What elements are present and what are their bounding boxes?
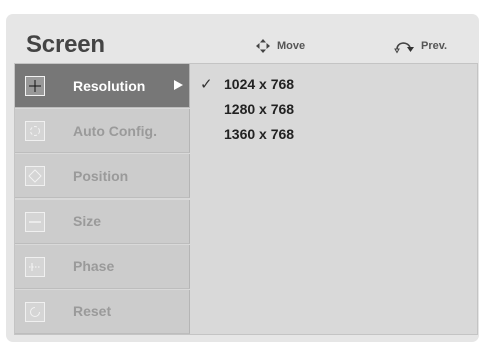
size-icon: [25, 211, 45, 232]
prev-hint-label: Prev.: [421, 40, 448, 52]
menu-item-resolution[interactable]: Resolution: [15, 64, 190, 108]
position-icon: [25, 166, 45, 187]
menu-item-position[interactable]: Position: [15, 154, 190, 199]
menu-item-label: Auto Config.: [73, 122, 157, 139]
screen-settings-panel: Resolution Auto Config. Position Size Ph…: [14, 63, 478, 335]
phase-icon: [25, 256, 45, 277]
menu-item-label: Size: [73, 213, 102, 230]
menu-item-phase[interactable]: Phase: [15, 244, 190, 289]
reset-icon: [25, 301, 45, 322]
resolution-option-label: 1360 x 768: [224, 126, 295, 142]
resolution-option-1360x768[interactable]: 1360 x 768: [196, 122, 294, 147]
menu-item-label: Reset: [73, 303, 112, 320]
resolution-submenu: ✓ 1024 x 768 1280 x 768 1360 x 768: [196, 72, 294, 147]
prev-hint: Prev.: [393, 38, 447, 54]
resolution-option-1024x768[interactable]: ✓ 1024 x 768: [196, 72, 294, 97]
page-title: Screen: [26, 31, 105, 58]
menu-item-auto-config[interactable]: Auto Config.: [15, 109, 190, 154]
resolution-option-label: 1024 x 768: [224, 76, 295, 92]
resolution-option-1280x768[interactable]: 1280 x 768: [196, 97, 294, 122]
move-hint: Move: [255, 38, 305, 54]
settings-menu: Resolution Auto Config. Position Size Ph…: [15, 64, 190, 334]
move-arrows-icon: [256, 39, 270, 53]
menu-item-label: Phase: [73, 258, 115, 275]
auto-config-icon: [25, 121, 45, 142]
menu-item-reset[interactable]: Reset: [15, 289, 190, 334]
crosshair-icon: [25, 76, 45, 96]
move-hint-label: Move: [277, 40, 306, 52]
menu-item-size[interactable]: Size: [15, 199, 190, 244]
check-icon: ✓: [200, 76, 213, 93]
menu-item-label: Resolution: [73, 77, 146, 94]
submenu-arrow-icon: [174, 80, 183, 90]
return-arrow-icon: [394, 42, 414, 54]
resolution-option-label: 1280 x 768: [224, 101, 295, 117]
menu-item-label: Position: [73, 167, 129, 184]
